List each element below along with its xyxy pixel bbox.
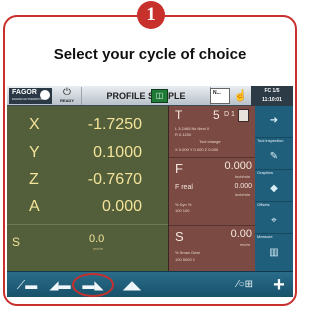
side-measure-button[interactable]: Measure ▥ (255, 234, 293, 271)
feed-real-label: F real (175, 184, 193, 191)
spindle-unit: rev/m (93, 246, 103, 251)
fc-line2: 11:10:01 (262, 97, 282, 103)
side-menu: ➜ Tool inspection ✎ Graphics ◆ Offsets ⌖… (255, 106, 293, 271)
shape-tools-button[interactable]: ⁄○⊞ (229, 276, 261, 294)
tool-number: 5 (213, 108, 220, 122)
feed-real-unit: inch/min (235, 192, 250, 197)
axis-name: A (29, 198, 40, 215)
spindle-row: S 0.0 rev/m (7, 224, 168, 264)
ready-label: READY (59, 98, 74, 103)
spindle-tech-label: S (175, 229, 184, 244)
feed-label: F (175, 161, 183, 176)
ready-indicator[interactable]: ⏻ READY (54, 87, 80, 105)
side-label: Measure (257, 234, 273, 239)
feed-real-value: 0.000 (234, 183, 252, 190)
cycle-4-icon: ◢◣ (122, 278, 142, 292)
side-arrow-button[interactable]: ➜ (255, 106, 293, 138)
feed-pct-label: % Dyn % (175, 202, 192, 207)
tool-details-4: X 0.000 Y 0.000 Z 0.000 (175, 147, 219, 152)
cycle-2-button[interactable]: ◢▬ (45, 276, 75, 294)
step-badge: 1 (137, 1, 165, 29)
cycle-4-button[interactable]: ◢◣ (117, 276, 147, 294)
logo-text: FAGOR (12, 89, 37, 96)
technology-panel: T 5 D 1 L 3.2465 Nx Next 0 R 0.1200 Tool… (168, 106, 256, 271)
block-number-field[interactable]: N... (210, 88, 230, 104)
tool-box: T 5 D 1 L 3.2465 Nx Next 0 R 0.1200 Tool… (169, 106, 256, 158)
axes-panel: X -1.7250 Y 0.1000 Z -0.7670 A 0.000 S 0… (7, 106, 168, 271)
axis-name: X (29, 116, 40, 133)
hand-icon[interactable]: ☝ (233, 88, 248, 104)
tool-details-3: Tool change (199, 139, 221, 144)
program-name: PROFILE SAMPLE (81, 87, 211, 105)
axis-value: 0.1000 (93, 144, 142, 161)
tool-inspection-icon: ✎ (269, 151, 279, 162)
fc-line1: FC 1/5 (264, 88, 280, 94)
axis-row-a: A 0.000 (7, 194, 168, 224)
feed-unit: inch/min (235, 174, 250, 179)
tool-label: T (175, 108, 183, 122)
selected-cycle-highlight (72, 273, 114, 297)
offsets-icon: ⌖ (271, 215, 277, 226)
power-icon: ⏻ (63, 87, 71, 98)
axis-name: Z (29, 171, 39, 188)
green-status-icon: ◫ (151, 89, 168, 103)
tool-details-1: L 3.2465 Nx Next 0 (175, 126, 210, 131)
cycle-1-icon: ⟋▬ (16, 278, 38, 292)
side-tool-inspection-button[interactable]: Tool inspection ✎ (255, 138, 293, 170)
axis-row-x: X -1.7250 (7, 112, 168, 142)
tool-icon (238, 109, 249, 122)
spindle-name: S (12, 235, 21, 249)
feed-value: 0.000 (224, 160, 252, 172)
spindle-tech-unit: rev/m (240, 242, 250, 247)
spindle-tech-box: S 0.00 rev/m % Smax Gear 100 5000 1 (169, 226, 256, 271)
softkey-bar: ⟋▬ ◢▬ ▬◣ ◢◣ ⁄○⊞ + (7, 271, 293, 297)
axis-row-y: Y 0.1000 (7, 140, 168, 170)
arrow-icon: ➜ (269, 115, 279, 126)
side-label: Tool inspection (257, 138, 284, 143)
axis-name: Y (29, 144, 40, 161)
logo-mark-icon (40, 90, 50, 100)
fc-indicator: FC 1/5 11:10:01 (251, 86, 293, 106)
tool-details-2: R 0.1200 (175, 132, 192, 137)
header-bar: FAGOR FAGOR AUTOMATION ⏻ READY PROFILE S… (7, 86, 293, 106)
axis-value: -1.7250 (87, 116, 142, 133)
feed-pct-values: 100 100 (175, 208, 190, 213)
side-label: Offsets (257, 202, 270, 207)
spindle-value: 0.0 (89, 233, 105, 245)
cycle-2-icon: ◢▬ (49, 278, 71, 292)
axis-value: -0.7670 (87, 171, 142, 188)
cnc-screen: FAGOR FAGOR AUTOMATION ⏻ READY PROFILE S… (7, 86, 293, 297)
measure-icon: ▥ (269, 247, 279, 258)
side-graphics-button[interactable]: Graphics ◆ (255, 170, 293, 202)
cycle-1-button[interactable]: ⟋▬ (12, 276, 42, 294)
step-instruction: Select your cycle of choice (53, 46, 247, 63)
tool-d-label: D 1 (224, 111, 235, 118)
graphics-icon: ◆ (270, 183, 278, 194)
axis-value: 0.000 (101, 198, 142, 215)
side-offsets-button[interactable]: Offsets ⌖ (255, 202, 293, 234)
feed-box: F 0.000 inch/min F real 0.000 inch/min %… (169, 158, 256, 226)
fagor-logo: FAGOR FAGOR AUTOMATION (9, 88, 52, 104)
side-label: Graphics (257, 170, 274, 175)
axis-row-z: Z -0.7670 (7, 167, 168, 197)
spindle-tech-sublabels: % Smax Gear (175, 250, 200, 255)
plus-button[interactable]: + (267, 273, 291, 297)
spindle-tech-value: 0.00 (230, 228, 252, 240)
spindle-tech-subvalues: 100 5000 1 (175, 257, 196, 262)
